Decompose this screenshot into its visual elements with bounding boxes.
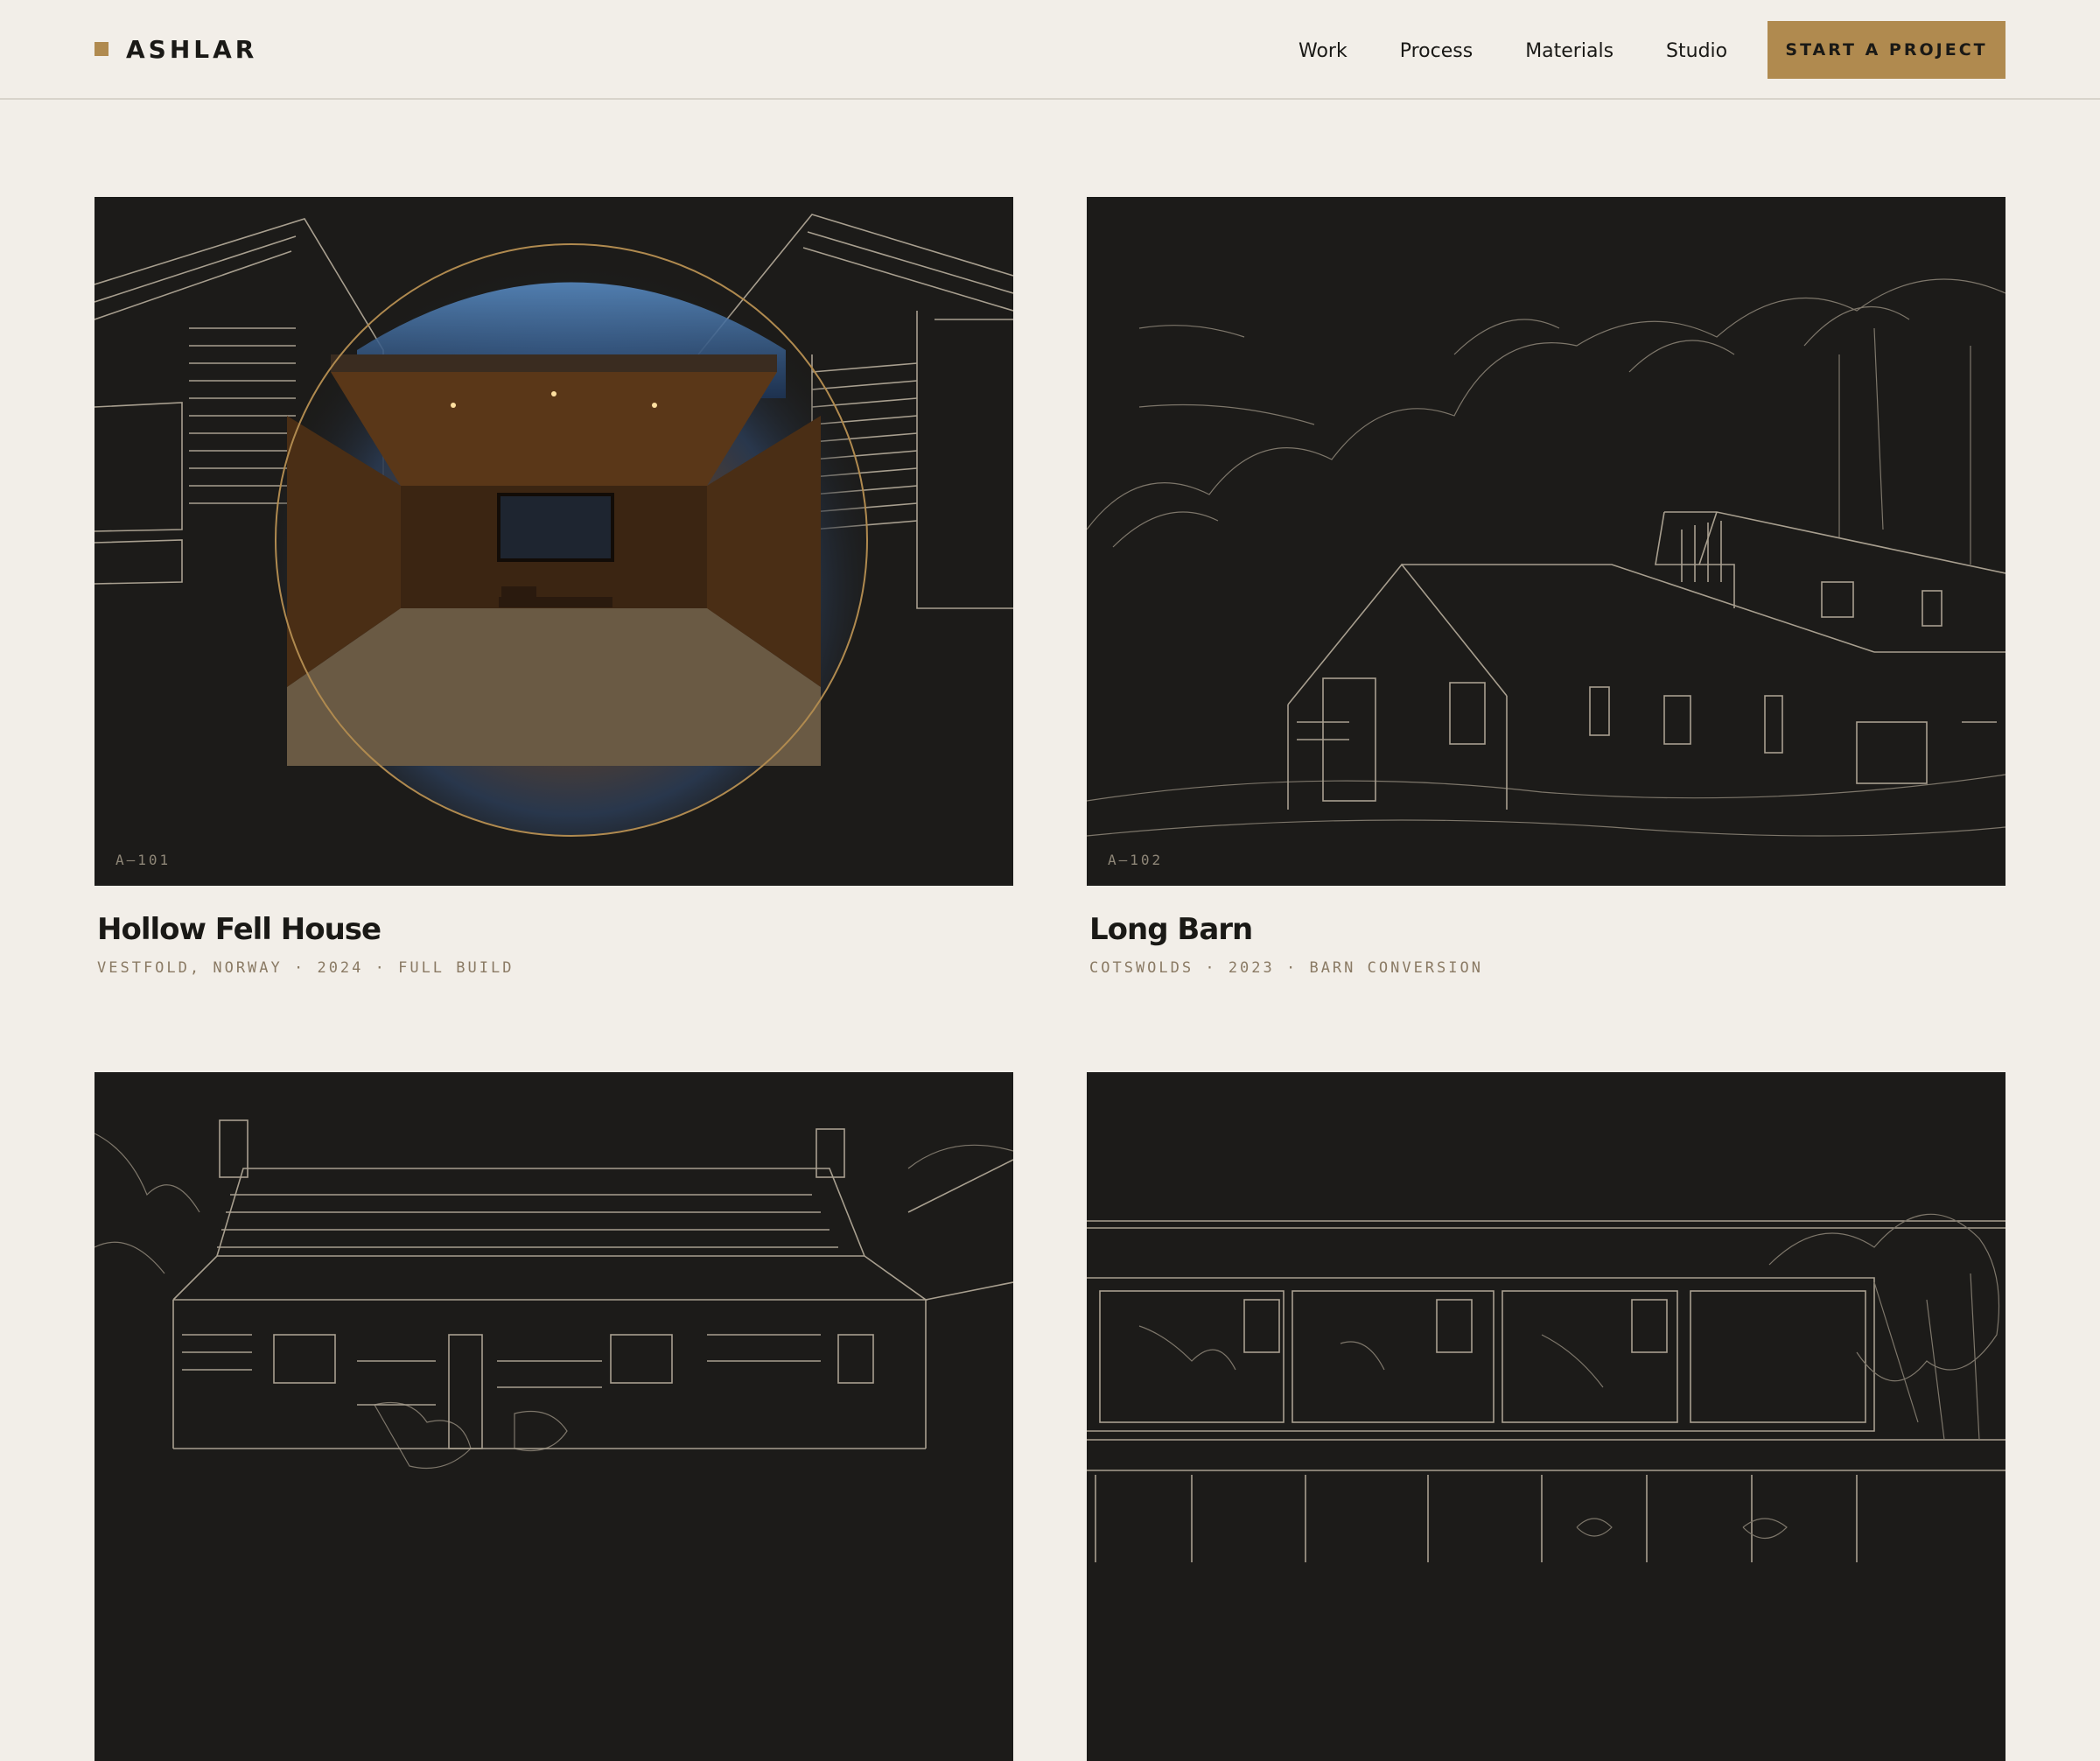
project-card-long-barn[interactable]: A–102 Long Barn COTSWOLDS · 2023 · BARN … <box>1087 197 2006 977</box>
project-title[interactable]: Hollow Fell House <box>97 912 1013 947</box>
project-card-glass-pavilion[interactable] <box>1087 1072 2006 1761</box>
site-header: ASHLAR Work Process Materials Studio STA… <box>0 0 2100 100</box>
nav-item-studio[interactable]: Studio <box>1666 40 1727 62</box>
project-card-hollow-fell[interactable]: A–101 Hollow Fell House VESTFOLD, NORWAY… <box>94 197 1013 977</box>
long-barn-illustration <box>1087 278 2006 837</box>
brand-logo[interactable]: ASHLAR <box>94 32 257 67</box>
project-image-long-barn[interactable]: A–102 <box>1087 197 2006 886</box>
plate-number: A–102 <box>1108 852 1164 868</box>
plate-number: A–101 <box>116 852 172 868</box>
hollow-fell-illustration <box>94 214 1013 837</box>
project-image-hollow-fell[interactable]: A–101 <box>94 197 1013 886</box>
nav-item-work[interactable]: Work <box>1298 40 1348 62</box>
glass-pavilion-illustration <box>1087 1213 2006 1562</box>
project-meta: COTSWOLDS · 2023 · BARN CONVERSION <box>1089 959 1483 977</box>
project-meta: VESTFOLD, NORWAY · 2024 · FULL BUILD <box>97 959 514 977</box>
start-project-button[interactable]: START A PROJECT <box>1768 21 2006 79</box>
stone-cottage-illustration <box>94 1119 1013 1470</box>
nav-item-materials[interactable]: Materials <box>1525 40 1614 62</box>
nav-item-process[interactable]: Process <box>1400 40 1473 62</box>
project-image-stone-cottage[interactable] <box>94 1072 1013 1761</box>
project-title[interactable]: Long Barn <box>1089 912 2006 947</box>
brand-mark-icon <box>94 42 108 56</box>
brand-name: ASHLAR <box>126 34 258 64</box>
main-nav: Work Process Materials Studio <box>1298 35 1727 67</box>
project-card-stone-cottage[interactable] <box>94 1072 1013 1761</box>
project-image-glass-pavilion[interactable] <box>1087 1072 2006 1761</box>
